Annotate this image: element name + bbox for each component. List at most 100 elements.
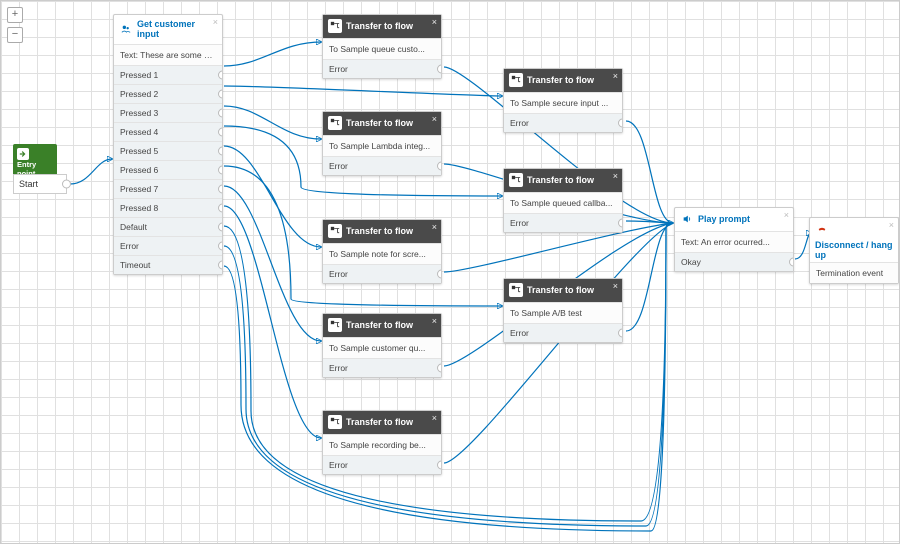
port-dot[interactable] — [437, 65, 441, 74]
port-error[interactable]: Error — [323, 455, 441, 474]
close-icon[interactable]: × — [613, 71, 618, 81]
port-pressed-2[interactable]: Pressed 2 — [114, 84, 222, 103]
flow-icon — [509, 283, 523, 297]
close-icon[interactable]: × — [432, 316, 437, 326]
transfer-flow-block[interactable]: Transfer to flow × To Sample A/B test Er… — [503, 278, 623, 343]
port-error[interactable]: Error — [114, 236, 222, 255]
port-dot[interactable] — [218, 90, 222, 99]
play-prompt-block[interactable]: Play prompt × Text: An error ocurred... … — [674, 207, 794, 272]
block-title: Transfer to flow — [346, 21, 413, 31]
close-icon[interactable]: × — [613, 281, 618, 291]
port-error[interactable]: Error — [323, 59, 441, 78]
hangup-icon — [815, 222, 829, 236]
close-icon[interactable]: × — [784, 210, 789, 220]
block-title: Transfer to flow — [346, 320, 413, 330]
port-default[interactable]: Default — [114, 217, 222, 236]
port-pressed-3[interactable]: Pressed 3 — [114, 103, 222, 122]
close-icon[interactable]: × — [613, 171, 618, 181]
flow-icon — [509, 173, 523, 187]
transfer-flow-block[interactable]: Transfer to flow × To Sample queue custo… — [322, 14, 442, 79]
port-dot[interactable] — [618, 329, 622, 338]
port-pressed-7[interactable]: Pressed 7 — [114, 179, 222, 198]
block-text: Termination event — [810, 262, 898, 283]
block-title: Disconnect / hang up — [815, 240, 893, 260]
port-error[interactable]: Error — [323, 358, 441, 377]
port-dot[interactable] — [789, 258, 793, 267]
port-okay[interactable]: Okay — [675, 252, 793, 271]
flow-icon — [328, 415, 342, 429]
port-dot[interactable] — [218, 166, 222, 175]
port-pressed-5[interactable]: Pressed 5 — [114, 141, 222, 160]
close-icon[interactable]: × — [432, 413, 437, 423]
speaker-icon — [680, 212, 694, 226]
port-dot[interactable] — [437, 270, 441, 279]
port-dot[interactable] — [218, 147, 222, 156]
port-dot[interactable] — [218, 71, 222, 80]
flow-icon — [328, 224, 342, 238]
block-text: To Sample customer qu... — [323, 337, 441, 358]
flow-icon — [328, 19, 342, 33]
entry-arrow-icon — [17, 148, 29, 160]
transfer-flow-block[interactable]: Transfer to flow × To Sample recording b… — [322, 410, 442, 475]
entry-start-label: Start — [19, 179, 38, 189]
port-dot[interactable] — [437, 364, 441, 373]
block-title: Transfer to flow — [527, 175, 594, 185]
transfer-flow-block[interactable]: Transfer to flow × To Sample queued call… — [503, 168, 623, 233]
transfer-flow-block[interactable]: Transfer to flow × To Sample Lambda inte… — [322, 111, 442, 176]
port-dot[interactable] — [618, 119, 622, 128]
close-icon[interactable]: × — [213, 17, 218, 27]
port-pressed-1[interactable]: Pressed 1 — [114, 65, 222, 84]
port-dot[interactable] — [218, 109, 222, 118]
close-icon[interactable]: × — [432, 222, 437, 232]
block-text: To Sample recording be... — [323, 434, 441, 455]
block-title: Transfer to flow — [346, 417, 413, 427]
block-title: Transfer to flow — [346, 118, 413, 128]
block-title: Transfer to flow — [527, 75, 594, 85]
block-title: Get customer input — [137, 19, 217, 39]
port-error[interactable]: Error — [504, 213, 622, 232]
block-text: To Sample Lambda integ... — [323, 135, 441, 156]
port-pressed-8[interactable]: Pressed 8 — [114, 198, 222, 217]
port-dot[interactable] — [218, 185, 222, 194]
disconnect-block[interactable]: Disconnect / hang up × Termination event — [809, 217, 899, 284]
close-icon[interactable]: × — [432, 17, 437, 27]
close-icon[interactable]: × — [889, 220, 894, 230]
port-pressed-6[interactable]: Pressed 6 — [114, 160, 222, 179]
port-dot[interactable] — [218, 261, 222, 270]
port-dot[interactable] — [437, 461, 441, 470]
port-dot[interactable] — [62, 180, 71, 189]
port-dot[interactable] — [218, 204, 222, 213]
zoom-out-button[interactable]: − — [7, 27, 23, 43]
port-dot[interactable] — [618, 219, 622, 228]
get-customer-input-block[interactable]: Get customer input × Text: These are som… — [113, 14, 223, 275]
block-text: To Sample queue custo... — [323, 38, 441, 59]
entry-start-port[interactable]: Start — [13, 174, 67, 194]
port-error[interactable]: Error — [504, 323, 622, 342]
block-text: To Sample secure input ... — [504, 92, 622, 113]
flow-icon — [328, 318, 342, 332]
port-pressed-4[interactable]: Pressed 4 — [114, 122, 222, 141]
port-error[interactable]: Error — [323, 264, 441, 283]
port-dot[interactable] — [218, 128, 222, 137]
flow-icon — [328, 116, 342, 130]
port-dot[interactable] — [218, 242, 222, 251]
block-text: To Sample note for scre... — [323, 243, 441, 264]
transfer-flow-block[interactable]: Transfer to flow × To Sample customer qu… — [322, 313, 442, 378]
port-error[interactable]: Error — [504, 113, 622, 132]
port-error[interactable]: Error — [323, 156, 441, 175]
zoom-in-button[interactable]: + — [7, 7, 23, 23]
port-dot[interactable] — [218, 223, 222, 232]
transfer-flow-block[interactable]: Transfer to flow × To Sample note for sc… — [322, 219, 442, 284]
people-icon — [119, 22, 133, 36]
block-text: Text: These are some ex... — [114, 44, 222, 65]
block-text: Text: An error ocurred... — [675, 231, 793, 252]
close-icon[interactable]: × — [432, 114, 437, 124]
transfer-flow-block[interactable]: Transfer to flow × To Sample secure inpu… — [503, 68, 623, 133]
zoom-controls: + − — [7, 7, 23, 47]
block-title: Play prompt — [698, 214, 750, 224]
block-title: Transfer to flow — [346, 226, 413, 236]
port-timeout[interactable]: Timeout — [114, 255, 222, 274]
block-title: Transfer to flow — [527, 285, 594, 295]
port-dot[interactable] — [437, 162, 441, 171]
flow-icon — [509, 73, 523, 87]
